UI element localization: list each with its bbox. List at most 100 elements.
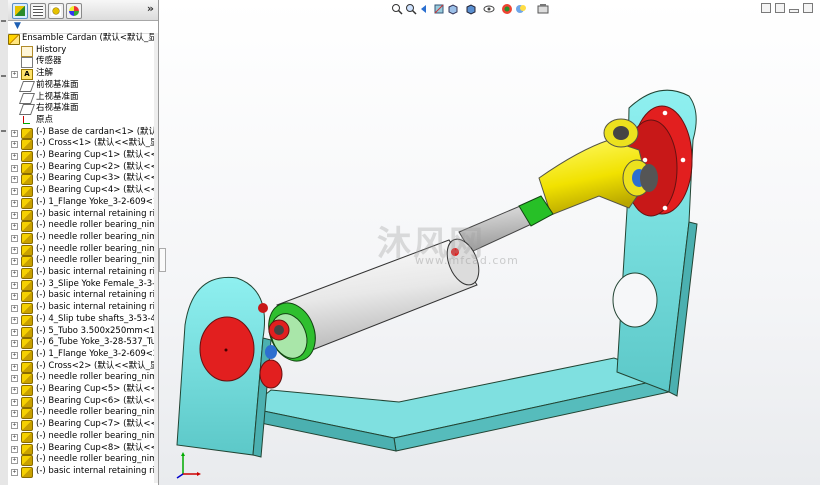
tree-item-label: History [36,44,67,55]
assembly-icon [8,34,20,45]
filter-row: ▼ [8,20,158,34]
expand-icon[interactable]: + [11,188,18,196]
base-plate[interactable] [247,357,671,452]
panel-expand-button[interactable]: » [147,2,154,15]
left-upright[interactable] [176,276,272,458]
expand-icon[interactable]: + [11,223,18,231]
part-icon [21,314,33,326]
expand-icon[interactable]: + [11,328,18,336]
assembly-model[interactable] [159,0,820,485]
expand-icon[interactable]: + [11,71,18,79]
part-icon [21,338,33,350]
plane-icon [18,92,36,104]
configuration-manager-tab[interactable] [48,3,64,19]
tree-item-label: (-) needle roller bearing_nim [36,454,158,465]
tree-item-label: (-) Base de cardan<1> (默认 [36,126,158,137]
expand-icon[interactable]: + [11,422,18,430]
part-icon [21,373,33,385]
expand-icon[interactable]: + [11,141,18,149]
tree-item-label: 前视基准面 [36,79,79,90]
tree-item-label: (-) Bearing Cup<4> (默认<<默 [36,185,159,196]
feature-manager-panel: » ▼ Ensamble Cardan (默认<默认_显 History 传感器 +… [8,0,159,485]
part-icon [21,396,33,408]
part-icon [21,139,33,151]
expand-icon[interactable]: + [11,211,18,219]
part-icon [21,303,33,315]
tree-item-label: (-) basic internal retaining rin [36,267,159,277]
expand-icon[interactable]: + [11,398,18,406]
part-icon [21,232,33,244]
panel-scrollbar[interactable] [154,33,158,483]
part-icon [21,443,33,455]
part-icon [21,162,33,174]
edge-mark [1,75,6,77]
tree-item-label: (-) needle roller bearing_nim [36,220,158,231]
tree-item-label: (-) Cross<2> (默认<<默认_显 [36,360,159,371]
expand-icon[interactable]: + [11,234,18,242]
part-icon [21,209,33,221]
tree-item-label: (-) Cross<1> (默认<<默认_显 [36,138,159,149]
expand-icon[interactable]: + [11,351,18,359]
filter-icon[interactable]: ▼ [14,21,21,31]
expand-icon[interactable]: + [11,375,18,383]
configuration-manager-icon [51,6,61,16]
expand-icon[interactable]: + [11,468,18,476]
property-manager-icon [33,6,43,16]
expand-icon[interactable]: + [11,164,18,172]
expand-icon[interactable]: + [11,305,18,313]
expand-icon[interactable]: + [11,387,18,394]
expand-icon[interactable]: + [11,433,18,441]
tree-item-label: (-) needle roller bearing_nim [36,231,158,242]
expand-icon[interactable]: + [11,258,18,266]
history-icon [21,45,33,57]
expand-icon[interactable]: + [11,199,18,207]
part-icon [21,268,33,279]
tree-item-label: (-) needle roller bearing_nim [36,243,158,254]
expand-icon[interactable]: + [11,293,18,301]
part-icon [21,326,33,338]
property-manager-tab[interactable] [30,3,46,19]
tree-item-label: (-) Bearing Cup<1> (默认<<默 [36,150,159,160]
tree-item-label: 注解 [36,68,54,79]
display-manager-icon [69,6,79,16]
graphics-area[interactable]: 沐风网 www.mfcad.com [159,0,820,485]
edge-mark [1,130,6,132]
expand-icon[interactable]: + [11,363,18,371]
tree-item-label: (-) 6_Tube Yoke_3-28-537_Tu [36,337,157,348]
part-icon [21,385,33,396]
tree-item-label: (-) 1_Flange Yoke_3-2-609<1 [36,196,159,207]
tree-item-label: (-) basic internal retaining rin [36,302,159,313]
watermark-url: www.mfcad.com [415,254,519,267]
part-icon [21,221,33,233]
expand-icon[interactable]: + [11,176,18,184]
expand-icon[interactable]: + [11,281,18,289]
part-icon [21,466,33,478]
origin-icon [21,115,31,125]
expand-icon[interactable]: + [11,270,18,277]
tree-item-label: (-) 1_Flange Yoke_3-2-609<2 [36,348,159,359]
expand-icon[interactable]: + [11,457,18,465]
expand-icon[interactable]: + [11,410,18,418]
expand-icon[interactable]: + [11,445,18,453]
annotations-icon: A [21,69,33,81]
feature-manager-tab[interactable] [12,3,28,19]
tree-item-label: (-) Bearing Cup<2> (默认<<默 [36,161,159,172]
expand-icon[interactable]: + [11,340,18,348]
tree-item-label: (-) Bearing Cup<3> (默认<<默 [36,173,159,184]
part-icon [21,408,33,420]
part-icon [21,361,33,373]
tree-item-label: (-) needle roller bearing_nim [36,372,158,383]
part-icon [21,431,33,443]
tree-item-label: (-) basic internal retaining rin [36,208,159,219]
expand-icon[interactable]: + [11,129,18,137]
part-icon [21,291,33,303]
expand-icon[interactable]: + [11,153,18,160]
tree-item-label: 传感器 [36,56,62,67]
display-manager-tab[interactable] [66,3,82,19]
tree-item-label: (-) Bearing Cup<8> (默认<<默 [36,442,159,453]
tree-item-label: (-) Bearing Cup<7> (默认<<默 [36,419,159,430]
expand-icon[interactable]: + [11,246,18,254]
tree-item-label: 右视基准面 [36,103,79,114]
sensors-icon [21,57,33,69]
expand-icon[interactable]: + [11,316,18,324]
